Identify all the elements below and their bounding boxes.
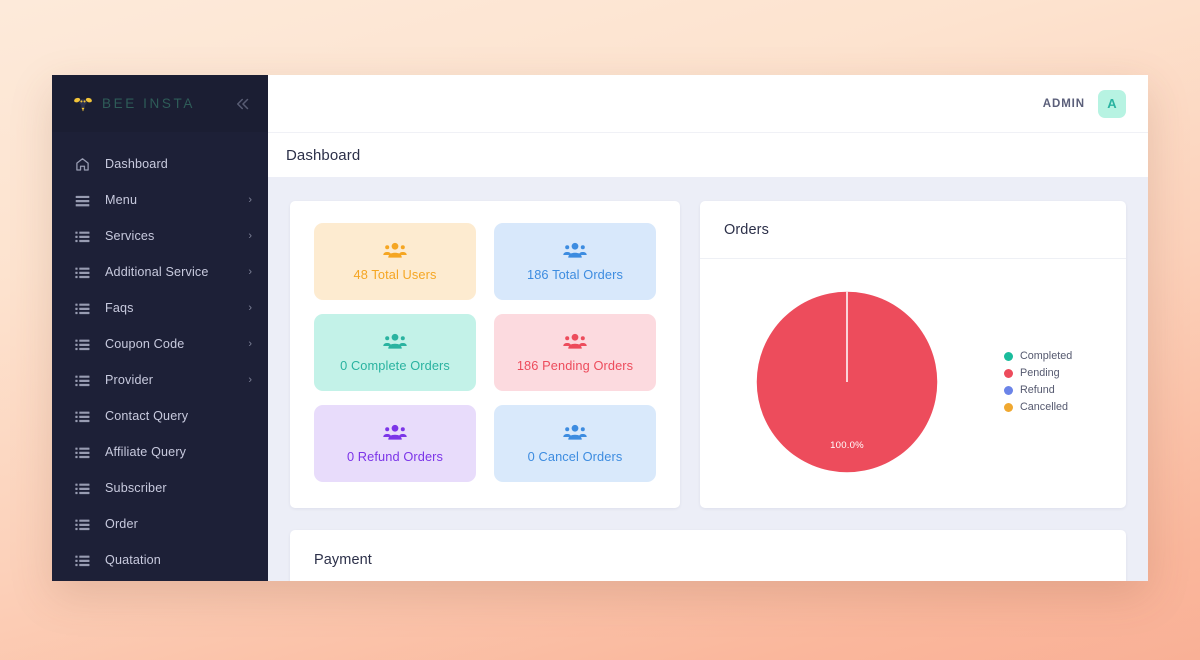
legend-item-cancelled[interactable]: Cancelled bbox=[1004, 401, 1072, 413]
sidebar-item-affiliate-query[interactable]: Affiliate Query bbox=[52, 434, 268, 470]
chevron-right-icon: › bbox=[248, 193, 252, 206]
list-icon bbox=[74, 300, 91, 317]
page-title-bar: Dashboard bbox=[268, 132, 1148, 177]
list-icon bbox=[74, 480, 91, 497]
chevron-right-icon: › bbox=[248, 301, 252, 314]
sidebar-item-label: Coupon Code bbox=[105, 337, 185, 351]
double-chevron-left-icon[interactable] bbox=[232, 93, 254, 115]
list-icon bbox=[74, 552, 91, 569]
stat-card-label: 0 Refund Orders bbox=[346, 449, 444, 464]
stat-card-pending-orders[interactable]: 186 Pending Orders bbox=[494, 314, 656, 391]
sidebar-item-contact-query[interactable]: Contact Query bbox=[52, 398, 268, 434]
stat-card-total-users[interactable]: 48 Total Users bbox=[314, 223, 476, 300]
pie-slice-label: 100.0% bbox=[830, 439, 864, 451]
sidebar-item-menu[interactable]: Menu › bbox=[52, 182, 268, 218]
list-icon bbox=[74, 516, 91, 533]
legend-item-refund[interactable]: Refund bbox=[1004, 384, 1072, 396]
list-icon bbox=[74, 372, 91, 389]
stat-card-label: 0 Cancel Orders bbox=[527, 449, 623, 464]
page-title: Dashboard bbox=[286, 146, 361, 164]
stat-card-label: 186 Total Orders bbox=[527, 267, 623, 282]
avatar[interactable]: A bbox=[1098, 89, 1126, 118]
sidebar-item-services[interactable]: Services › bbox=[52, 218, 268, 254]
legend-label: Completed bbox=[1020, 350, 1073, 362]
sidebar-item-dashboard[interactable]: Dashboard bbox=[52, 146, 268, 182]
sidebar-item-faqs[interactable]: Faqs › bbox=[52, 290, 268, 326]
stat-card-complete-orders[interactable]: 0 Complete Orders bbox=[314, 314, 476, 391]
chevron-right-icon: › bbox=[248, 265, 252, 278]
sidebar-item-provider[interactable]: Provider › bbox=[52, 362, 268, 398]
sidebar-brand-bar: BEE INSTA bbox=[52, 75, 268, 132]
bee-icon bbox=[72, 93, 94, 115]
sidebar-item-order[interactable]: Order bbox=[52, 506, 268, 542]
payment-panel: Payment bbox=[290, 530, 1126, 581]
orders-chart-body: 100.0% Completed Pending Refund Cancelled bbox=[700, 259, 1126, 508]
stat-card-label: 186 Pending Orders bbox=[516, 358, 634, 373]
sidebar-item-label: Order bbox=[105, 517, 138, 531]
legend-color-dot bbox=[1004, 368, 1013, 378]
chevron-right-icon: › bbox=[248, 337, 252, 350]
list-icon bbox=[74, 264, 91, 281]
sidebar-menu: Dashboard Menu › Services › Additional Servic… bbox=[52, 132, 268, 581]
legend-label: Pending bbox=[1020, 367, 1060, 379]
content-area: 48 Total Users 186 Total Orders 0 Complete… bbox=[268, 177, 1148, 581]
list-icon bbox=[74, 336, 91, 353]
stats-panel: 48 Total Users 186 Total Orders 0 Complete… bbox=[290, 201, 680, 508]
stat-card-total-orders[interactable]: 186 Total Orders bbox=[494, 223, 656, 300]
sidebar-item-label: Contact Query bbox=[105, 409, 189, 423]
orders-pie-chart[interactable]: 100.0% bbox=[752, 287, 942, 477]
chevron-right-icon: › bbox=[248, 373, 252, 386]
payment-panel-title: Payment bbox=[314, 552, 372, 568]
orders-panel: Orders 100.0% Completed Pending Refund Canc… bbox=[700, 201, 1126, 508]
content-scrollbar[interactable] bbox=[1141, 177, 1148, 581]
sidebar-item-label: Dashboard bbox=[105, 157, 168, 171]
main-area: ADMIN A Dashboard 48 Total Users 186 Tota… bbox=[268, 75, 1148, 581]
admin-label: ADMIN bbox=[1042, 97, 1085, 110]
legend-item-completed[interactable]: Completed bbox=[1004, 350, 1072, 362]
legend-label: Refund bbox=[1020, 384, 1055, 396]
legend-color-dot bbox=[1004, 351, 1013, 361]
home-icon bbox=[74, 156, 91, 173]
list-icon bbox=[74, 228, 91, 245]
sidebar-item-label: Menu bbox=[105, 193, 138, 207]
sidebar-item-label: Services bbox=[105, 229, 155, 243]
legend-color-dot bbox=[1004, 402, 1013, 412]
chevron-right-icon: › bbox=[248, 229, 252, 242]
sidebar-item-label: Quatation bbox=[105, 553, 161, 567]
list-icon bbox=[74, 444, 91, 461]
stat-card-cancel-orders[interactable]: 0 Cancel Orders bbox=[494, 405, 656, 482]
dashboard-top-row: 48 Total Users 186 Total Orders 0 Complete… bbox=[290, 201, 1126, 508]
sidebar-item-subscriber[interactable]: Subscriber bbox=[52, 470, 268, 506]
orders-panel-header: Orders bbox=[700, 201, 1126, 259]
users-group-icon bbox=[562, 423, 588, 442]
chart-legend: Completed Pending Refund Cancelled bbox=[1004, 350, 1072, 413]
legend-label: Cancelled bbox=[1020, 401, 1069, 413]
legend-item-pending[interactable]: Pending bbox=[1004, 367, 1072, 379]
brand-name: BEE INSTA bbox=[102, 96, 195, 111]
users-group-icon bbox=[382, 241, 408, 260]
orders-panel-title: Orders bbox=[724, 221, 769, 238]
sidebar-item-additional-service[interactable]: Additional Service › bbox=[52, 254, 268, 290]
sidebar: BEE INSTA Dashboard Menu › Services › Additio… bbox=[52, 75, 268, 581]
stat-card-label: 48 Total Users bbox=[353, 267, 437, 282]
sidebar-item-label: Faqs bbox=[105, 301, 134, 315]
sidebar-item-label: Affiliate Query bbox=[105, 445, 187, 459]
hamburger-icon bbox=[74, 192, 91, 209]
stat-card-label: 0 Complete Orders bbox=[340, 358, 450, 373]
list-icon bbox=[74, 408, 91, 425]
users-group-icon bbox=[562, 332, 588, 351]
stat-card-refund-orders[interactable]: 0 Refund Orders bbox=[314, 405, 476, 482]
app-window: BEE INSTA Dashboard Menu › Services › Additio… bbox=[52, 75, 1148, 581]
users-group-icon bbox=[382, 423, 408, 442]
legend-color-dot bbox=[1004, 385, 1013, 395]
top-bar: ADMIN A bbox=[268, 75, 1148, 132]
stat-card-grid: 48 Total Users 186 Total Orders 0 Complete… bbox=[314, 223, 656, 482]
sidebar-item-coupon-code[interactable]: Coupon Code › bbox=[52, 326, 268, 362]
sidebar-item-label: Subscriber bbox=[105, 481, 167, 495]
users-group-icon bbox=[562, 241, 588, 260]
sidebar-item-label: Provider bbox=[105, 373, 154, 387]
sidebar-item-label: Additional Service bbox=[105, 265, 209, 279]
users-group-icon bbox=[382, 332, 408, 351]
sidebar-item-quatation[interactable]: Quatation bbox=[52, 542, 268, 578]
